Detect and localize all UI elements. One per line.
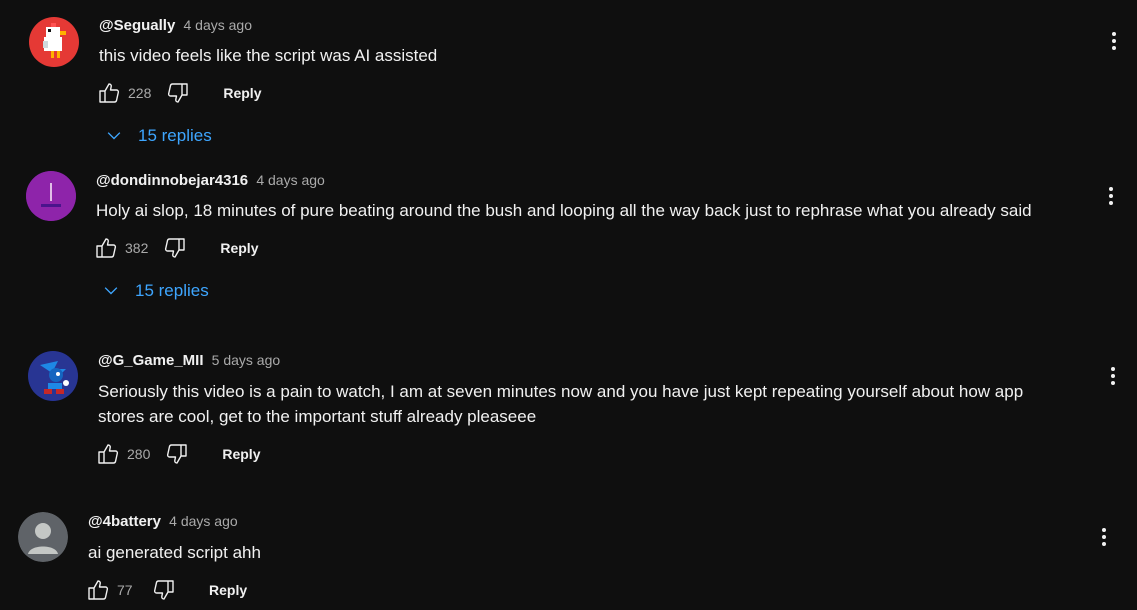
like-button[interactable]	[85, 577, 111, 603]
thumb-down-icon	[166, 81, 190, 105]
comment-header: @G_Game_MII 5 days ago	[98, 352, 280, 369]
comment-menu-button[interactable]	[1101, 183, 1121, 209]
thumb-down-icon	[163, 236, 187, 260]
reply-button[interactable]: Reply	[222, 446, 260, 462]
thumb-up-icon	[97, 81, 121, 105]
comment-text: Seriously this video is a pain to watch,…	[98, 379, 1078, 429]
comment-header: @Segually 4 days ago	[99, 17, 252, 34]
purple-avatar[interactable]	[26, 171, 76, 221]
comment-actions: 228 Reply	[96, 78, 261, 108]
comment-menu-button[interactable]	[1094, 524, 1114, 550]
dislike-button[interactable]	[162, 235, 188, 261]
like-button[interactable]	[96, 80, 122, 106]
chevron-down-icon	[101, 281, 121, 301]
dislike-button[interactable]	[151, 577, 177, 603]
comment-header: @dondinnobejar4316 4 days ago	[96, 172, 325, 189]
chicken-pixel-avatar[interactable]	[29, 17, 79, 67]
view-replies-button[interactable]: 15 replies	[104, 126, 212, 146]
author-name[interactable]: @4battery	[88, 513, 161, 530]
comment-actions: 280 Reply	[95, 439, 260, 469]
chevron-down-icon	[104, 126, 124, 146]
like-button[interactable]	[95, 441, 121, 467]
like-button[interactable]	[93, 235, 119, 261]
author-name[interactable]: @dondinnobejar4316	[96, 172, 248, 189]
comment-text: ai generated script ahh	[88, 543, 261, 562]
like-count: 280	[127, 446, 151, 462]
reply-button[interactable]: Reply	[220, 240, 258, 256]
author-name[interactable]: @Segually	[99, 17, 175, 34]
comment-text-line: stores are cool, get to the important st…	[98, 407, 537, 426]
comment-timestamp[interactable]: 5 days ago	[212, 352, 281, 368]
reply-button[interactable]: Reply	[223, 85, 261, 101]
comment-timestamp[interactable]: 4 days ago	[169, 513, 238, 529]
comment-text: Holy ai slop, 18 minutes of pure beating…	[96, 201, 1032, 220]
thumb-down-icon	[152, 578, 176, 602]
thumb-up-icon	[86, 578, 110, 602]
default-user-avatar[interactable]	[18, 512, 68, 562]
comment-menu-button[interactable]	[1104, 28, 1124, 54]
comment-menu-button[interactable]	[1103, 363, 1123, 389]
comment-header: @4battery 4 days ago	[88, 513, 238, 530]
replies-count-label: 15 replies	[135, 281, 209, 300]
like-count: 77	[117, 582, 133, 598]
replies-count-label: 15 replies	[138, 126, 212, 145]
comment-text-line: Seriously this video is a pain to watch,…	[98, 382, 1024, 401]
dislike-button[interactable]	[164, 441, 190, 467]
dislike-button[interactable]	[165, 80, 191, 106]
sonic-avatar[interactable]	[28, 351, 78, 401]
view-replies-button[interactable]: 15 replies	[101, 281, 209, 301]
author-name[interactable]: @G_Game_MII	[98, 352, 204, 369]
comment-timestamp[interactable]: 4 days ago	[184, 17, 253, 33]
comment-timestamp[interactable]: 4 days ago	[256, 172, 325, 188]
comment-actions: 382 Reply	[93, 233, 258, 263]
thumb-up-icon	[96, 442, 120, 466]
like-count: 382	[125, 240, 149, 256]
comment-text: this video feels like the script was AI …	[99, 46, 438, 65]
thumb-up-icon	[94, 236, 118, 260]
thumb-down-icon	[165, 442, 189, 466]
comment-actions: 77 Reply	[85, 575, 247, 605]
reply-button[interactable]: Reply	[209, 582, 247, 598]
like-count: 228	[128, 85, 152, 101]
